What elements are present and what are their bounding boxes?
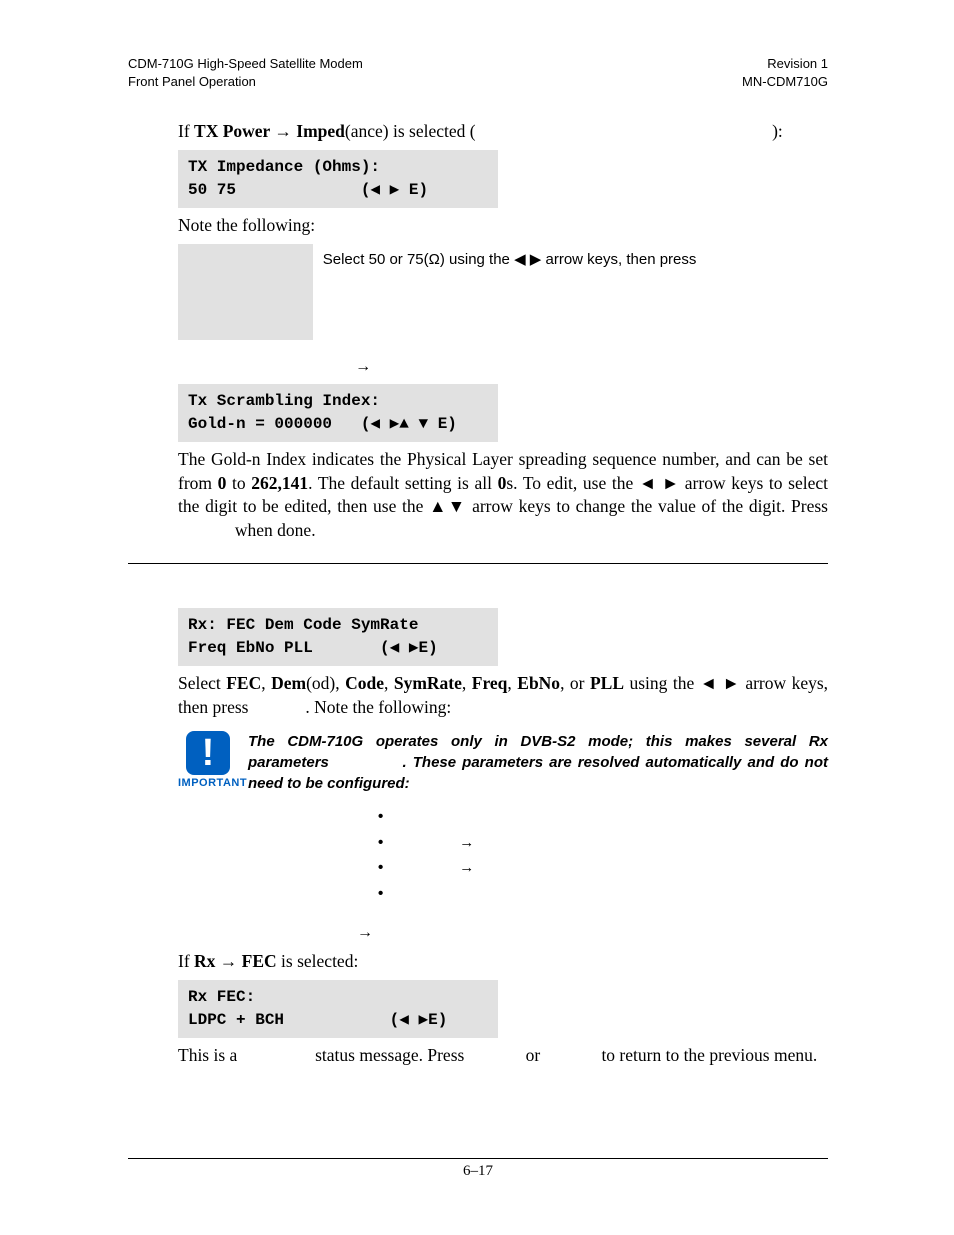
header-left-2: Front Panel Operation (128, 73, 363, 91)
impedance-table: Select 50 or 75(Ω) using the ◀ ▶ arrow k… (178, 244, 828, 340)
status-line: This is a read-only status message. Pres… (178, 1044, 828, 1070)
rx-fec-if: If Rx → FEC is selected: (178, 950, 828, 974)
cell-50-75-desc: Select 50 or 75(Ω) using the ◀ ▶ arrow k… (313, 244, 828, 292)
cell-50-75 (178, 244, 313, 292)
important-icon: ! IMPORTANT (178, 731, 238, 794)
goldn-para: The Gold-n Index indicates the Physical … (178, 448, 828, 545)
header-right-2: MN-CDM710G (742, 73, 828, 91)
page-footer: 6–17 (128, 1158, 828, 1180)
lcd-tx-impedance: TX Impedance (Ohms): 50 75 (◀ ▶ E) (178, 150, 498, 208)
readonly-bullets: Rx FEC Rx Dem → Spectrum Inversion Rx De… (378, 804, 828, 906)
lcd-tx-scrambling: Tx Scrambling Index: Gold-n = 000000 (◀ … (178, 384, 498, 442)
important-note: ! IMPORTANT The CDM-710G operates only i… (178, 731, 828, 794)
rx-select-para: Select FEC, Dem(od), Code, SymRate, Freq… (178, 672, 828, 721)
important-text: The CDM-710G operates only in DVB-S2 mod… (248, 731, 828, 794)
lcd-rx-fec: Rx FEC: LDPC + BCH (◀ ▶E) (178, 980, 498, 1038)
section-rx-fec: 6.2.1.1.2.1Config: Rx → FEC (178, 924, 828, 942)
page-number: 6–17 (463, 1163, 493, 1179)
lcd-rx-menu: Rx: FEC Dem Code SymRate Freq EbNo PLL (… (178, 608, 498, 666)
page-header: CDM-710G High-Speed Satellite Modem Fron… (128, 55, 828, 90)
note-following: Note the following: (178, 214, 828, 238)
section-scram: 6.2.1.1.1.8Config: Tx → Scram (Scramblin… (178, 358, 828, 376)
header-left-1: CDM-710G High-Speed Satellite Modem (128, 55, 363, 73)
section-rx: 6.2.1.1.2Config: Rx (Receive) (178, 582, 828, 600)
cell-blank (178, 292, 313, 340)
header-right-1: Revision 1 (742, 55, 828, 73)
intro-line: If TX Power → Imped(ance) is selected (a… (178, 120, 828, 144)
divider (128, 563, 828, 564)
